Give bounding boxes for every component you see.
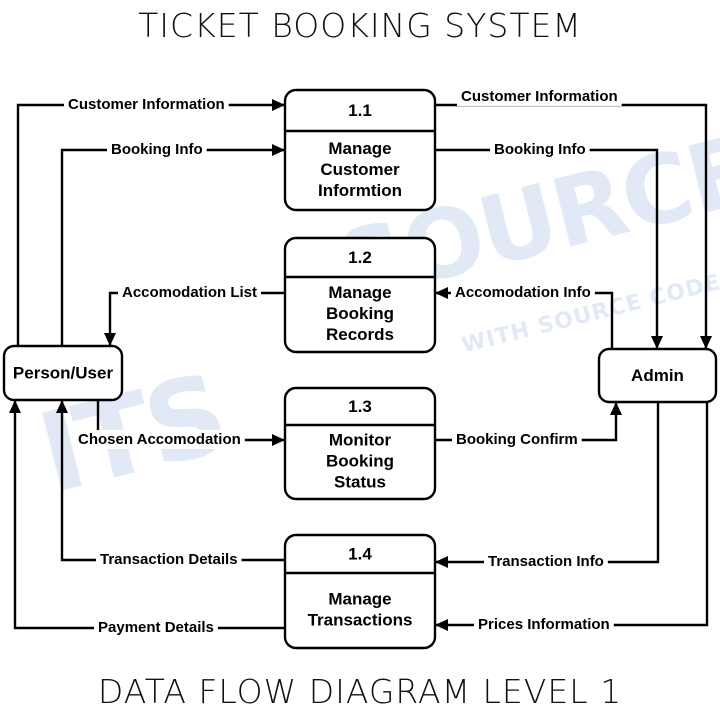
entity-label-admin: Admin	[631, 366, 684, 385]
entity-label-person: Person/User	[13, 363, 114, 382]
dfd-canvas: Person/User Admin 1.1 Manage Customer Informt…	[2, 86, 718, 650]
flow-label-group-f5: Accomodation List	[118, 282, 262, 302]
flow-label-f10: Transaction Info	[488, 553, 604, 570]
flow-label-f4: Booking Info	[494, 141, 586, 158]
flow-label-f3: Customer Information	[461, 88, 618, 105]
arrowhead-f11	[9, 400, 21, 413]
process-name-line-p11-2: Informtion	[318, 181, 402, 200]
flow-label-group-f9: Transaction Details	[96, 549, 242, 569]
flow-label-group-f7: Chosen Accomodation	[74, 429, 245, 449]
flow-f1	[16, 99, 285, 346]
flow-line-f10	[435, 402, 660, 564]
process-name-line-p13-1: Booking	[326, 451, 394, 470]
flow-line-f4	[435, 148, 659, 349]
flow-f10	[435, 402, 660, 568]
arrowhead-f9	[56, 400, 68, 413]
flow-line-f2	[60, 148, 285, 346]
arrowhead-f4	[651, 336, 663, 349]
flow-label-group-f3: Customer Information	[457, 86, 622, 106]
flow-label-f6: Accomodation Info	[455, 284, 591, 301]
arrowhead-f10	[435, 556, 448, 568]
process-name-line-p12-1: Booking	[326, 304, 394, 323]
flow-label-f2: Booking Info	[111, 141, 203, 158]
arrowhead-f7	[272, 434, 285, 446]
flow-f4	[435, 148, 663, 349]
arrowhead-f3	[700, 336, 712, 349]
entity-person[interactable]: Person/User	[2, 344, 124, 402]
process-name-line-p13-0: Monitor	[329, 430, 392, 449]
process-p11[interactable]: 1.1 Manage Customer Informtion	[283, 88, 437, 212]
process-name-line-p12-2: Records	[326, 325, 394, 344]
process-name-line-p13-2: Status	[334, 472, 386, 491]
flow-f9	[56, 400, 285, 562]
flow-label-f7: Chosen Accomodation	[78, 431, 241, 448]
flow-label-group-f1: Customer Information	[64, 94, 229, 114]
process-name-line-p12-0: Manage	[328, 283, 391, 302]
flow-label-group-f4: Booking Info	[490, 139, 590, 159]
flow-label-f1: Customer Information	[68, 96, 225, 113]
flow-label-f8: Booking Confirm	[456, 431, 578, 448]
flow-label-group-f10: Transaction Info	[484, 551, 608, 571]
process-number-p11: 1.1	[348, 101, 372, 120]
dfd-diagram-page: TICKET BOOKING SYSTEM ITS SOURCECODE WIT…	[0, 0, 720, 720]
flow-label-group-f6: Accomodation Info	[451, 282, 595, 302]
arrowhead-f6	[435, 287, 448, 299]
flow-label-group-f2: Booking Info	[107, 139, 207, 159]
arrowhead-f5	[104, 333, 116, 346]
flow-label-f9: Transaction Details	[100, 551, 238, 568]
arrowhead-f12	[435, 619, 448, 631]
process-p14[interactable]: 1.4 Manage Transactions	[283, 533, 437, 650]
flow-label-f12: Prices Information	[478, 616, 610, 633]
entity-admin[interactable]: Admin	[597, 347, 718, 404]
flow-label-f5: Accomodation List	[122, 284, 257, 301]
flow-f2	[60, 144, 285, 346]
arrowhead-f8	[610, 402, 622, 415]
flow-label-group-f12: Prices Information	[474, 614, 614, 634]
flow-line-f9	[60, 400, 285, 562]
page-title-bottom: DATA FLOW DIAGRAM LEVEL 1	[97, 672, 623, 711]
arrowhead-f1	[272, 99, 285, 111]
process-name-line-p11-0: Manage	[328, 139, 391, 158]
process-p13[interactable]: 1.3 Monitor Booking Status	[283, 386, 437, 501]
process-number-p12: 1.2	[348, 248, 372, 267]
process-name-line-p11-1: Customer	[320, 160, 400, 179]
flow-label-f11: Payment Details	[98, 619, 214, 636]
process-name-line-p14-1: Transactions	[308, 610, 413, 629]
arrowhead-f2	[272, 144, 285, 156]
process-number-p13: 1.3	[348, 397, 372, 416]
flow-label-group-f11: Payment Details	[94, 617, 218, 637]
flow-label-group-f8: Booking Confirm	[452, 429, 582, 449]
process-p12[interactable]: 1.2 Manage Booking Records	[283, 236, 437, 354]
process-number-p14: 1.4	[348, 544, 372, 563]
process-name-line-p14-0: Manage	[328, 589, 391, 608]
